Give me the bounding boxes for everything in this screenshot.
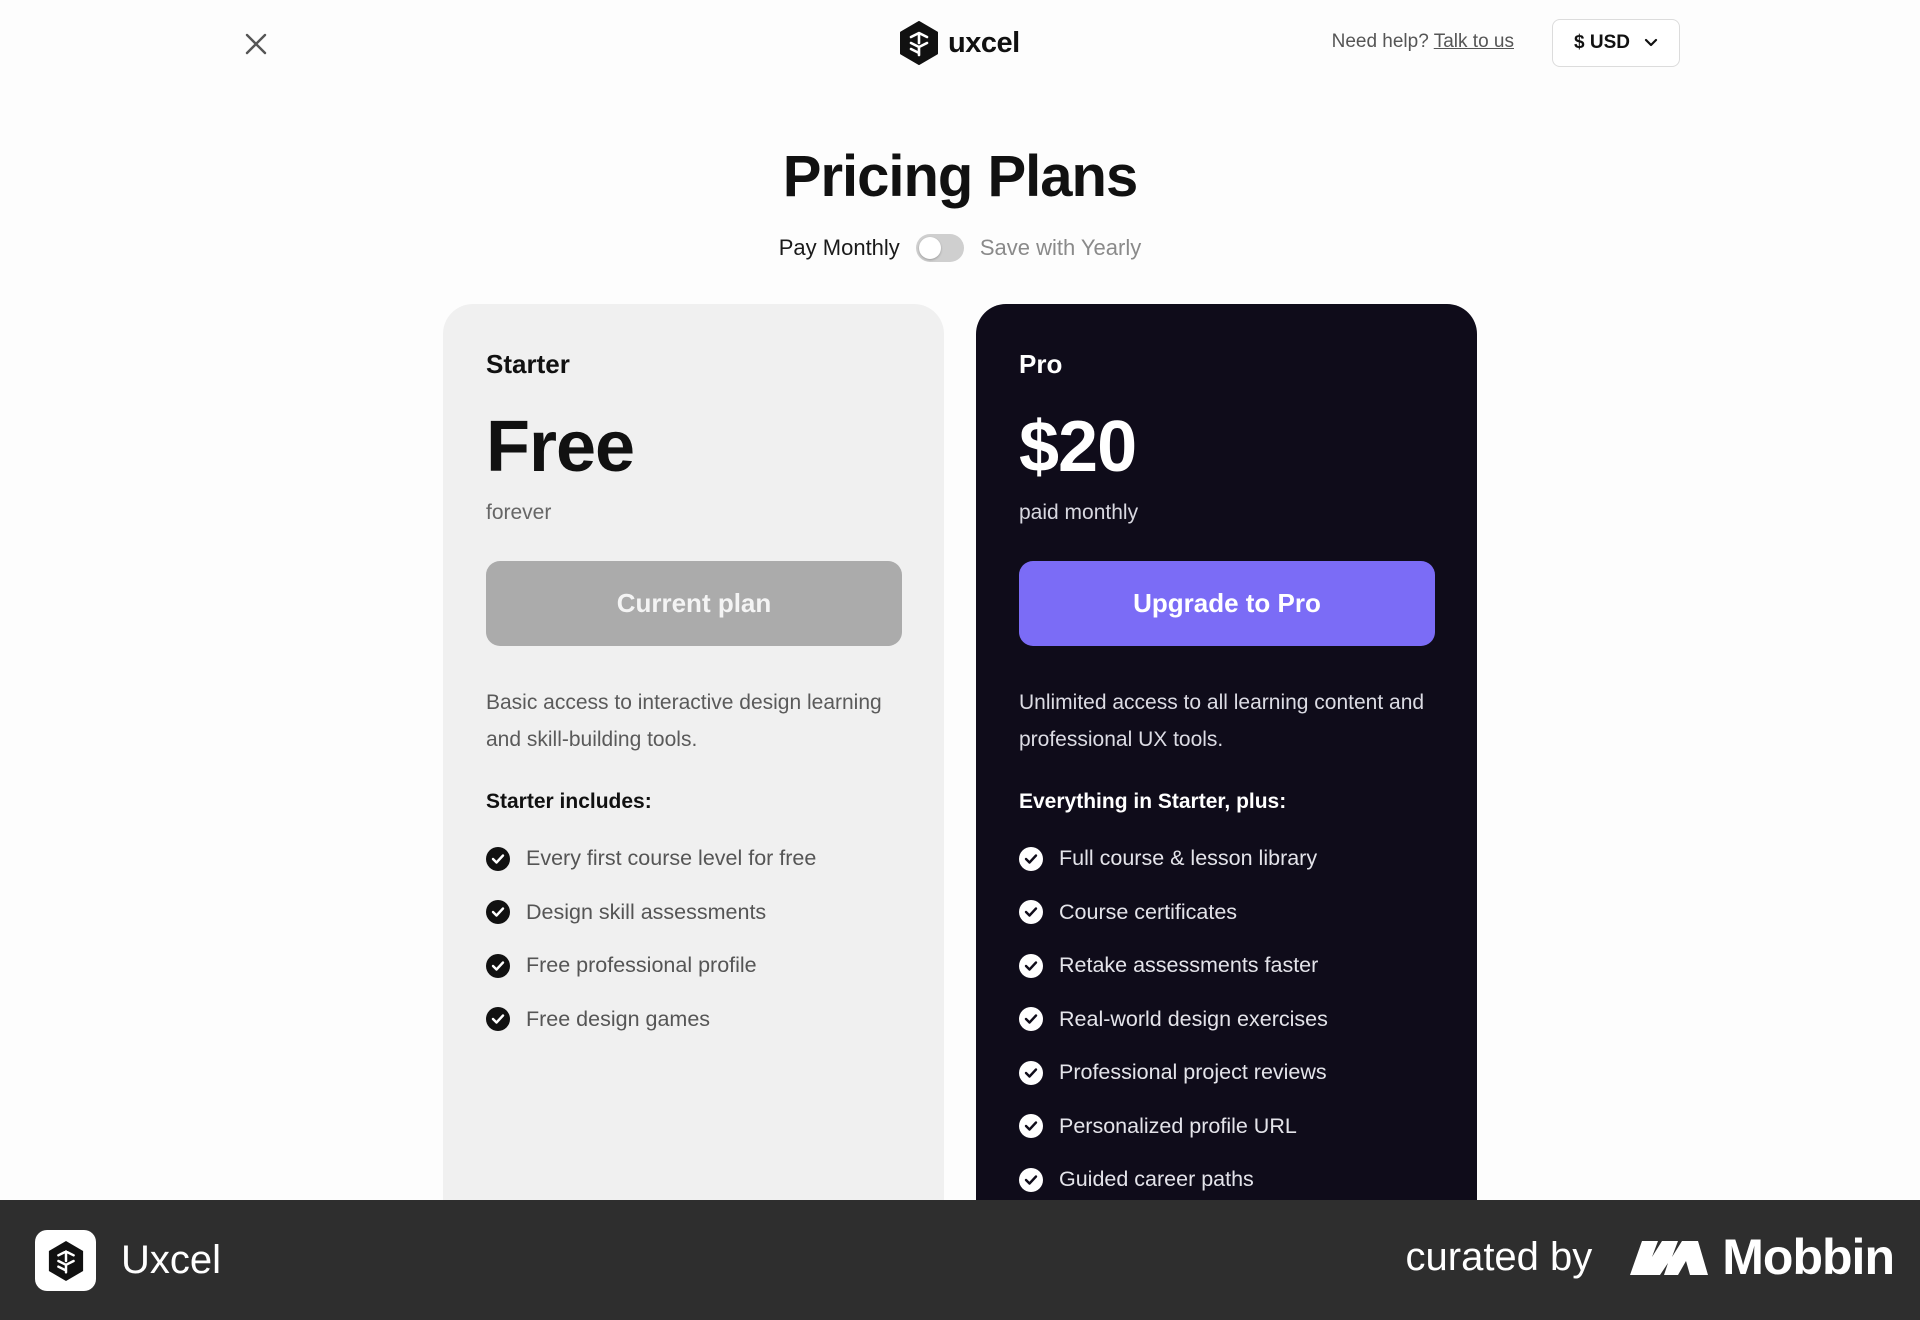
pro-plan-card: Pro $20 paid monthly Upgrade to Pro Unli…: [976, 304, 1477, 1204]
feature-label: Guided career paths: [1059, 1167, 1254, 1192]
feature-label: Professional project reviews: [1059, 1060, 1327, 1085]
attribution-footer: Uxcel curated by Mobbin: [0, 1200, 1920, 1320]
mobbin-logo: Mobbin: [1628, 1228, 1895, 1286]
feature-item: Full course & lesson library: [1019, 832, 1434, 886]
check-circle-icon: [1019, 1167, 1043, 1192]
footer-app-name: Uxcel: [121, 1238, 222, 1282]
check-circle-icon: [486, 1007, 510, 1032]
check-circle-icon: [1019, 1114, 1043, 1139]
plan-price: Free: [486, 407, 635, 487]
starter-plan-card: Starter Free forever Current plan Basic …: [443, 304, 944, 1204]
uxcel-logo-icon: [900, 21, 938, 65]
check-circle-icon: [1019, 900, 1043, 925]
check-circle-icon: [1019, 953, 1043, 978]
help-section: Need help? Talk to us: [1332, 31, 1514, 53]
feature-item: Course certificates: [1019, 886, 1434, 940]
plan-description: Basic access to interactive design learn…: [486, 691, 882, 751]
currency-select[interactable]: $ USD: [1552, 19, 1680, 67]
current-plan-button[interactable]: Current plan: [486, 561, 902, 646]
feature-item: Real-world design exercises: [1019, 993, 1434, 1047]
plan-period: paid monthly: [1019, 501, 1139, 524]
plan-price: $20: [1019, 407, 1137, 487]
chevron-down-icon: [1644, 38, 1658, 47]
feature-list: Every first course level for free Design…: [486, 832, 901, 1046]
mobbin-logo-icon: [1630, 1241, 1709, 1275]
currency-value: $ USD: [1574, 32, 1630, 53]
feature-label: Personalized profile URL: [1059, 1113, 1297, 1138]
feature-list: Full course & lesson library Course cert…: [1019, 832, 1434, 1204]
feature-label: Free design games: [526, 1006, 711, 1031]
feature-label: Course certificates: [1059, 899, 1238, 924]
talk-to-us-link[interactable]: Talk to us: [1434, 31, 1514, 52]
feature-item: Free design games: [486, 993, 901, 1047]
toggle-knob: [918, 237, 941, 259]
feature-label: Retake assessments faster: [1059, 953, 1319, 978]
plan-period: forever: [486, 501, 552, 524]
mobbin-name: Mobbin: [1722, 1229, 1895, 1285]
feature-label: Design skill assessments: [526, 899, 767, 924]
billing-toggle-row: Pay Monthly Save with Yearly: [0, 230, 1920, 266]
check-circle-icon: [486, 846, 510, 871]
close-button[interactable]: [238, 26, 274, 62]
pay-monthly-label[interactable]: Pay Monthly: [779, 235, 900, 261]
uxcel-app-icon: [35, 1230, 96, 1291]
brand-logo[interactable]: uxcel: [899, 20, 1020, 66]
close-icon: [245, 33, 267, 55]
feature-item: Professional project reviews: [1019, 1046, 1434, 1100]
feature-label: Real-world design exercises: [1059, 1006, 1328, 1031]
feature-item: Personalized profile URL: [1019, 1100, 1434, 1154]
billing-toggle[interactable]: [915, 234, 964, 262]
feature-label: Full course & lesson library: [1059, 846, 1318, 871]
help-text: Need help?: [1331, 31, 1429, 52]
curated-by: curated by Mobbin: [1406, 1228, 1895, 1286]
feature-label: Free professional profile: [526, 953, 757, 978]
feature-item: Design skill assessments: [486, 886, 901, 940]
top-bar: uxcel Need help? Talk to us $ USD: [0, 0, 1920, 86]
check-circle-icon: [1019, 1060, 1043, 1085]
feature-item: Free professional profile: [486, 939, 901, 993]
save-yearly-label[interactable]: Save with Yearly: [980, 235, 1141, 261]
check-circle-icon: [1019, 846, 1043, 871]
check-circle-icon: [486, 953, 510, 978]
page-title: Pricing Plans: [782, 144, 1138, 209]
feature-item: Retake assessments faster: [1019, 939, 1434, 993]
plan-description: Unlimited access to all learning content…: [1019, 691, 1425, 751]
includes-heading: Starter includes:: [486, 790, 652, 813]
curated-by-text: curated by: [1405, 1234, 1593, 1279]
feature-item: Every first course level for free: [486, 832, 901, 886]
plan-name: Pro: [1019, 349, 1063, 379]
check-circle-icon: [486, 900, 510, 925]
upgrade-to-pro-button[interactable]: Upgrade to Pro: [1019, 561, 1435, 646]
feature-label: Every first course level for free: [526, 846, 817, 871]
brand-name: uxcel: [948, 26, 1020, 59]
feature-item: Guided career paths: [1019, 1153, 1434, 1204]
check-circle-icon: [1019, 1007, 1043, 1032]
footer-app: Uxcel: [35, 1230, 221, 1291]
includes-heading: Everything in Starter, plus:: [1019, 790, 1287, 813]
plan-name: Starter: [486, 349, 570, 379]
